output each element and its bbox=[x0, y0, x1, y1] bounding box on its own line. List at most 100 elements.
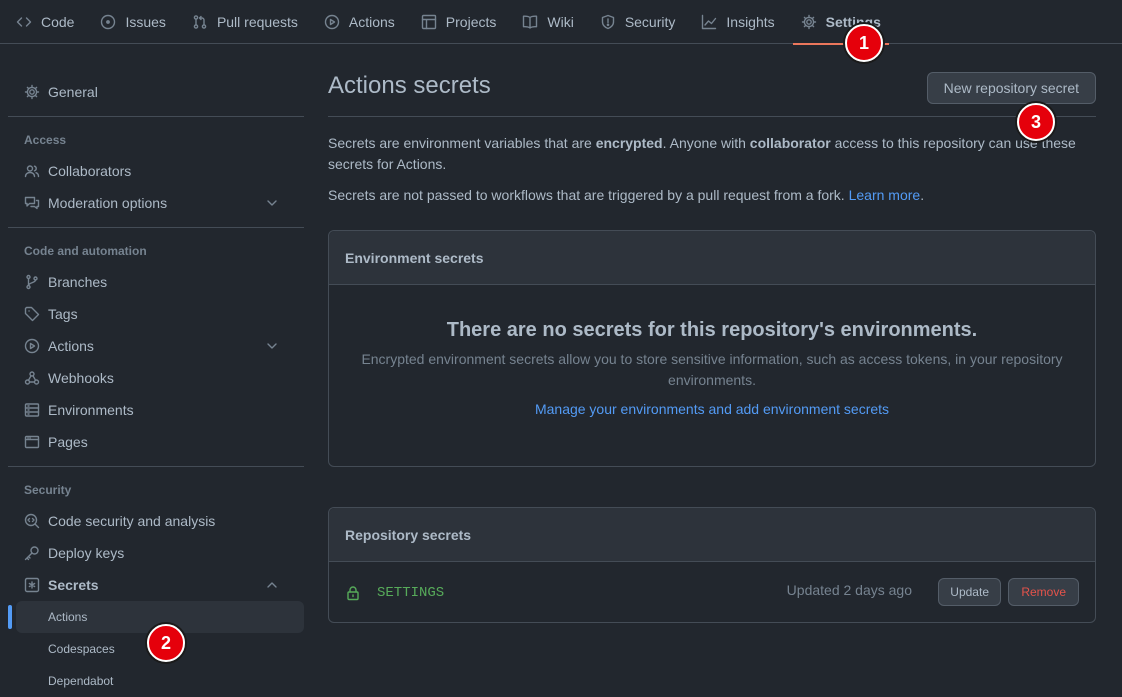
tab-pull-requests[interactable]: Pull requests bbox=[192, 0, 298, 44]
desc-bold-collaborator: collaborator bbox=[749, 135, 831, 151]
tab-security[interactable]: Security bbox=[600, 0, 675, 44]
tab-label: Issues bbox=[125, 13, 166, 30]
empty-state-text: Encrypted environment secrets allow you … bbox=[361, 351, 1063, 388]
sidebar-item-label: Pages bbox=[48, 434, 88, 450]
desc-bold-encrypted: encrypted bbox=[595, 135, 663, 151]
secrets-description: Secrets are environment variables that a… bbox=[328, 133, 1088, 175]
remove-secret-button[interactable]: Remove bbox=[1008, 578, 1079, 606]
tab-insights[interactable]: Insights bbox=[701, 0, 775, 44]
new-repository-secret-button[interactable]: New repository secret bbox=[926, 72, 1096, 104]
tab-issues[interactable]: Issues bbox=[100, 0, 166, 44]
sidebar-item-webhooks[interactable]: Webhooks bbox=[8, 362, 304, 394]
chevron-down-icon[interactable] bbox=[264, 195, 280, 211]
repo-nav: Code Issues Pull requests Actions Projec… bbox=[0, 0, 1122, 45]
environment-secrets-heading: Environment secrets bbox=[329, 231, 1095, 285]
tab-label: Actions bbox=[348, 13, 395, 30]
sidebar-item-environments[interactable]: Environments bbox=[8, 394, 304, 426]
desc-text: Secrets are environment variables that a… bbox=[328, 135, 596, 151]
step-marker-1: 1 bbox=[845, 24, 883, 62]
sidebar-item-deploy-keys[interactable]: Deploy keys bbox=[8, 537, 304, 569]
sidebar-subitem-label: Dependabot bbox=[48, 674, 114, 688]
play-icon bbox=[324, 14, 340, 30]
sidebar-item-label: Deploy keys bbox=[48, 545, 125, 561]
empty-state-title: There are no secrets for this repository… bbox=[446, 319, 978, 341]
people-icon bbox=[24, 163, 40, 179]
webhook-icon bbox=[24, 370, 40, 386]
chevron-up-icon[interactable] bbox=[264, 577, 280, 593]
repository-secrets-box: Repository secrets SETTINGS Updated 2 da… bbox=[328, 507, 1096, 623]
gear-icon bbox=[801, 14, 817, 30]
fork-note: Secrets are not passed to workflows that… bbox=[328, 185, 924, 206]
page-title: Actions secrets bbox=[328, 72, 491, 99]
settings-sidebar: General Access Collaborators Moderation … bbox=[8, 76, 304, 697]
key-icon bbox=[24, 545, 40, 561]
shield-icon bbox=[600, 14, 616, 30]
sidebar-item-label: Webhooks bbox=[48, 370, 114, 386]
sidebar-item-pages[interactable]: Pages bbox=[8, 426, 304, 458]
sidebar-item-label: Branches bbox=[48, 274, 108, 290]
server-icon bbox=[24, 402, 40, 418]
secret-updated: Updated 2 days ago bbox=[786, 582, 912, 598]
sidebar-item-label: Secrets bbox=[48, 577, 99, 593]
chevron-down-icon[interactable] bbox=[264, 338, 280, 354]
sidebar-item-label: Moderation options bbox=[48, 195, 168, 211]
tab-actions[interactable]: Actions bbox=[324, 0, 395, 44]
step-marker-2: 2 bbox=[147, 624, 185, 662]
book-icon bbox=[522, 14, 538, 30]
sidebar-item-secrets[interactable]: Secrets bbox=[8, 569, 304, 601]
tab-label: Pull requests bbox=[216, 13, 298, 30]
code-icon bbox=[16, 14, 32, 30]
pull-request-icon bbox=[192, 14, 208, 30]
divider bbox=[8, 227, 304, 228]
repository-secrets-heading: Repository secrets bbox=[329, 508, 1095, 562]
sidebar-item-actions[interactable]: Actions bbox=[8, 330, 304, 362]
codescan-icon bbox=[24, 513, 40, 529]
sidebar-heading-code: Code and automation bbox=[24, 244, 147, 258]
graph-icon bbox=[701, 14, 717, 30]
play-icon bbox=[24, 338, 40, 354]
table-icon bbox=[421, 14, 437, 30]
sidebar-item-tags[interactable]: Tags bbox=[8, 298, 304, 330]
sidebar-item-collaborators[interactable]: Collaborators bbox=[8, 155, 304, 187]
fork-note-end: . bbox=[920, 187, 925, 203]
sidebar-heading-access: Access bbox=[24, 133, 67, 147]
desc-text: . Anyone with bbox=[662, 135, 750, 151]
fork-note-text: Secrets are not passed to workflows that… bbox=[328, 187, 849, 203]
sidebar-item-label: Collaborators bbox=[48, 163, 132, 179]
git-branch-icon bbox=[24, 274, 40, 290]
tab-label: Insights bbox=[726, 13, 775, 30]
gear-icon bbox=[24, 84, 40, 100]
divider bbox=[328, 116, 1096, 117]
tab-label: Wiki bbox=[547, 13, 574, 30]
issue-icon bbox=[100, 14, 116, 30]
sidebar-item-code-security[interactable]: Code security and analysis bbox=[8, 505, 304, 537]
sidebar-item-label: Tags bbox=[48, 306, 78, 322]
browser-icon bbox=[24, 434, 40, 450]
comment-discussion-icon bbox=[24, 195, 40, 211]
sidebar-heading-security: Security bbox=[24, 483, 72, 497]
lock-icon bbox=[345, 585, 361, 601]
divider bbox=[8, 116, 304, 117]
sidebar-subitem-dependabot[interactable]: Dependabot bbox=[8, 665, 304, 697]
manage-environments-link[interactable]: Manage your environments and add environ… bbox=[535, 401, 889, 417]
tab-code[interactable]: Code bbox=[16, 0, 74, 44]
sidebar-item-branches[interactable]: Branches bbox=[8, 266, 304, 298]
sidebar-item-label: Actions bbox=[48, 338, 94, 354]
environment-secrets-box: Environment secrets There are no secrets… bbox=[328, 230, 1096, 467]
tab-wiki[interactable]: Wiki bbox=[522, 0, 574, 44]
tab-label: Code bbox=[41, 13, 75, 30]
sidebar-item-general[interactable]: General bbox=[8, 76, 304, 108]
learn-more-link[interactable]: Learn more bbox=[849, 187, 921, 203]
sidebar-item-label: Environments bbox=[48, 402, 134, 418]
update-secret-button[interactable]: Update bbox=[938, 578, 1001, 606]
secret-row: SETTINGS Updated 2 days ago Update Remov… bbox=[329, 562, 1095, 623]
step-marker-3: 3 bbox=[1017, 103, 1055, 141]
sidebar-subitem-label: Codespaces bbox=[48, 642, 115, 656]
key-asterisk-icon bbox=[24, 577, 40, 593]
sidebar-subitem-label: Actions bbox=[48, 610, 88, 624]
divider bbox=[8, 466, 304, 467]
tab-label: Projects bbox=[445, 13, 497, 30]
sidebar-item-moderation[interactable]: Moderation options bbox=[8, 187, 304, 219]
sidebar-item-label: General bbox=[48, 84, 98, 100]
tab-projects[interactable]: Projects bbox=[421, 0, 497, 44]
